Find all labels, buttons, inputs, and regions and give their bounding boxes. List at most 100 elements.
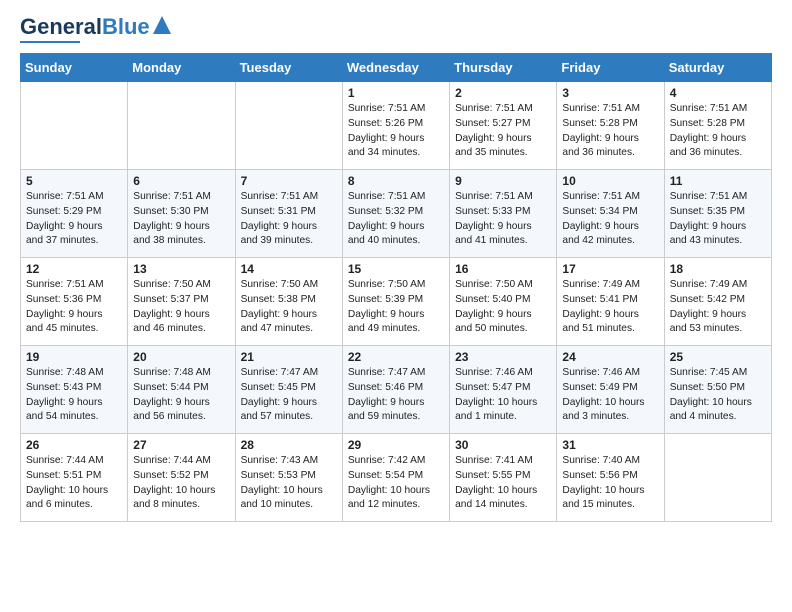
day-number: 30 bbox=[455, 438, 551, 452]
day-info: Sunrise: 7:50 AM Sunset: 5:39 PM Dayligh… bbox=[348, 278, 444, 337]
day-cell: 17 Sunrise: 7:49 AM Sunset: 5:41 PM Dayli… bbox=[557, 258, 664, 346]
day-cell: 26Sunrise: 7:44 AM Sunset: 5:51 PM Dayli… bbox=[21, 434, 128, 522]
day-info: Sunrise: 7:50 AM Sunset: 5:38 PM Dayligh… bbox=[241, 278, 337, 337]
day-number: 18 bbox=[670, 262, 766, 276]
day-info: Sunrise: 7:44 AM Sunset: 5:52 PM Dayligh… bbox=[133, 454, 229, 513]
day-cell: 18 Sunrise: 7:49 AM Sunset: 5:42 PM Dayli… bbox=[664, 258, 771, 346]
day-info: Sunrise: 7:41 AM Sunset: 5:55 PM Dayligh… bbox=[455, 454, 551, 513]
logo-underline bbox=[20, 41, 80, 43]
day-number: 20 bbox=[133, 350, 229, 364]
calendar-table: SundayMondayTuesdayWednesdayThursdayFrid… bbox=[20, 53, 772, 522]
day-cell: 13Sunrise: 7:50 AM Sunset: 5:37 PM Dayli… bbox=[128, 258, 235, 346]
day-number: 9 bbox=[455, 174, 551, 188]
day-cell: 15Sunrise: 7:50 AM Sunset: 5:39 PM Dayli… bbox=[342, 258, 449, 346]
day-cell: 7Sunrise: 7:51 AM Sunset: 5:31 PM Daylig… bbox=[235, 170, 342, 258]
day-number: 6 bbox=[133, 174, 229, 188]
day-cell: 24Sunrise: 7:46 AM Sunset: 5:49 PM Dayli… bbox=[557, 346, 664, 434]
day-number: 1 bbox=[348, 86, 444, 100]
day-info: Sunrise: 7:46 AM Sunset: 5:47 PM Dayligh… bbox=[455, 366, 551, 425]
day-info: Sunrise: 7:49 AM Sunset: 5:42 PM Dayligh… bbox=[670, 278, 766, 337]
day-number: 10 bbox=[562, 174, 658, 188]
logo-icon bbox=[153, 16, 171, 38]
day-cell: 16 Sunrise: 7:50 AM Sunset: 5:40 PM Dayli… bbox=[450, 258, 557, 346]
day-number: 25 bbox=[670, 350, 766, 364]
day-number: 17 bbox=[562, 262, 658, 276]
day-cell bbox=[235, 82, 342, 170]
day-info: Sunrise: 7:51 AM Sunset: 5:28 PM Dayligh… bbox=[562, 102, 658, 161]
day-number: 27 bbox=[133, 438, 229, 452]
day-info: Sunrise: 7:48 AM Sunset: 5:43 PM Dayligh… bbox=[26, 366, 122, 425]
day-info: Sunrise: 7:40 AM Sunset: 5:56 PM Dayligh… bbox=[562, 454, 658, 513]
day-cell: 22Sunrise: 7:47 AM Sunset: 5:46 PM Dayli… bbox=[342, 346, 449, 434]
day-cell: 11Sunrise: 7:51 AM Sunset: 5:35 PM Dayli… bbox=[664, 170, 771, 258]
weekday-thursday: Thursday bbox=[450, 54, 557, 82]
weekday-tuesday: Tuesday bbox=[235, 54, 342, 82]
day-cell: 8 Sunrise: 7:51 AM Sunset: 5:32 PM Daylig… bbox=[342, 170, 449, 258]
day-cell: 27 Sunrise: 7:44 AM Sunset: 5:52 PM Dayli… bbox=[128, 434, 235, 522]
day-number: 12 bbox=[26, 262, 122, 276]
day-cell: 3 Sunrise: 7:51 AM Sunset: 5:28 PM Daylig… bbox=[557, 82, 664, 170]
day-cell: 21Sunrise: 7:47 AM Sunset: 5:45 PM Dayli… bbox=[235, 346, 342, 434]
day-number: 24 bbox=[562, 350, 658, 364]
day-cell: 30 Sunrise: 7:41 AM Sunset: 5:55 PM Dayli… bbox=[450, 434, 557, 522]
calendar-container: GeneralBlue SundayMondayTuesdayWednesday… bbox=[0, 0, 792, 538]
week-row-4: 19 Sunrise: 7:48 AM Sunset: 5:43 PM Dayli… bbox=[21, 346, 772, 434]
day-number: 2 bbox=[455, 86, 551, 100]
day-info: Sunrise: 7:51 AM Sunset: 5:36 PM Dayligh… bbox=[26, 278, 122, 337]
day-number: 28 bbox=[241, 438, 337, 452]
day-number: 21 bbox=[241, 350, 337, 364]
day-cell: 20 Sunrise: 7:48 AM Sunset: 5:44 PM Dayli… bbox=[128, 346, 235, 434]
day-info: Sunrise: 7:51 AM Sunset: 5:27 PM Dayligh… bbox=[455, 102, 551, 161]
day-info: Sunrise: 7:51 AM Sunset: 5:31 PM Dayligh… bbox=[241, 190, 337, 249]
header: GeneralBlue bbox=[20, 16, 772, 43]
day-cell: 31Sunrise: 7:40 AM Sunset: 5:56 PM Dayli… bbox=[557, 434, 664, 522]
day-info: Sunrise: 7:51 AM Sunset: 5:34 PM Dayligh… bbox=[562, 190, 658, 249]
day-cell: 10 Sunrise: 7:51 AM Sunset: 5:34 PM Dayli… bbox=[557, 170, 664, 258]
week-row-3: 12 Sunrise: 7:51 AM Sunset: 5:36 PM Dayli… bbox=[21, 258, 772, 346]
day-number: 13 bbox=[133, 262, 229, 276]
day-cell: 25 Sunrise: 7:45 AM Sunset: 5:50 PM Dayli… bbox=[664, 346, 771, 434]
day-info: Sunrise: 7:51 AM Sunset: 5:28 PM Dayligh… bbox=[670, 102, 766, 161]
day-cell: 14Sunrise: 7:50 AM Sunset: 5:38 PM Dayli… bbox=[235, 258, 342, 346]
day-number: 5 bbox=[26, 174, 122, 188]
logo: GeneralBlue bbox=[20, 16, 171, 43]
day-number: 19 bbox=[26, 350, 122, 364]
day-info: Sunrise: 7:51 AM Sunset: 5:30 PM Dayligh… bbox=[133, 190, 229, 249]
day-info: Sunrise: 7:51 AM Sunset: 5:29 PM Dayligh… bbox=[26, 190, 122, 249]
day-info: Sunrise: 7:51 AM Sunset: 5:26 PM Dayligh… bbox=[348, 102, 444, 161]
day-info: Sunrise: 7:48 AM Sunset: 5:44 PM Dayligh… bbox=[133, 366, 229, 425]
day-number: 26 bbox=[26, 438, 122, 452]
day-cell: 12 Sunrise: 7:51 AM Sunset: 5:36 PM Dayli… bbox=[21, 258, 128, 346]
day-info: Sunrise: 7:47 AM Sunset: 5:46 PM Dayligh… bbox=[348, 366, 444, 425]
day-cell: 2 Sunrise: 7:51 AM Sunset: 5:27 PM Daylig… bbox=[450, 82, 557, 170]
day-cell: 19 Sunrise: 7:48 AM Sunset: 5:43 PM Dayli… bbox=[21, 346, 128, 434]
day-info: Sunrise: 7:42 AM Sunset: 5:54 PM Dayligh… bbox=[348, 454, 444, 513]
day-number: 8 bbox=[348, 174, 444, 188]
day-cell bbox=[21, 82, 128, 170]
day-info: Sunrise: 7:51 AM Sunset: 5:35 PM Dayligh… bbox=[670, 190, 766, 249]
day-cell: 29 Sunrise: 7:42 AM Sunset: 5:54 PM Dayli… bbox=[342, 434, 449, 522]
day-info: Sunrise: 7:45 AM Sunset: 5:50 PM Dayligh… bbox=[670, 366, 766, 425]
day-cell: 28 Sunrise: 7:43 AM Sunset: 5:53 PM Dayli… bbox=[235, 434, 342, 522]
day-cell: 1 Sunrise: 7:51 AM Sunset: 5:26 PM Daylig… bbox=[342, 82, 449, 170]
day-number: 16 bbox=[455, 262, 551, 276]
weekday-friday: Friday bbox=[557, 54, 664, 82]
day-number: 3 bbox=[562, 86, 658, 100]
day-cell: 23 Sunrise: 7:46 AM Sunset: 5:47 PM Dayli… bbox=[450, 346, 557, 434]
weekday-header-row: SundayMondayTuesdayWednesdayThursdayFrid… bbox=[21, 54, 772, 82]
day-cell bbox=[128, 82, 235, 170]
day-info: Sunrise: 7:49 AM Sunset: 5:41 PM Dayligh… bbox=[562, 278, 658, 337]
day-cell bbox=[664, 434, 771, 522]
day-info: Sunrise: 7:51 AM Sunset: 5:32 PM Dayligh… bbox=[348, 190, 444, 249]
logo-general: General bbox=[20, 14, 102, 39]
day-number: 4 bbox=[670, 86, 766, 100]
day-info: Sunrise: 7:50 AM Sunset: 5:40 PM Dayligh… bbox=[455, 278, 551, 337]
day-info: Sunrise: 7:43 AM Sunset: 5:53 PM Dayligh… bbox=[241, 454, 337, 513]
day-number: 29 bbox=[348, 438, 444, 452]
day-cell: 5 Sunrise: 7:51 AM Sunset: 5:29 PM Daylig… bbox=[21, 170, 128, 258]
day-number: 23 bbox=[455, 350, 551, 364]
logo-text: GeneralBlue bbox=[20, 16, 150, 38]
weekday-saturday: Saturday bbox=[664, 54, 771, 82]
day-cell: 6 Sunrise: 7:51 AM Sunset: 5:30 PM Daylig… bbox=[128, 170, 235, 258]
weekday-sunday: Sunday bbox=[21, 54, 128, 82]
